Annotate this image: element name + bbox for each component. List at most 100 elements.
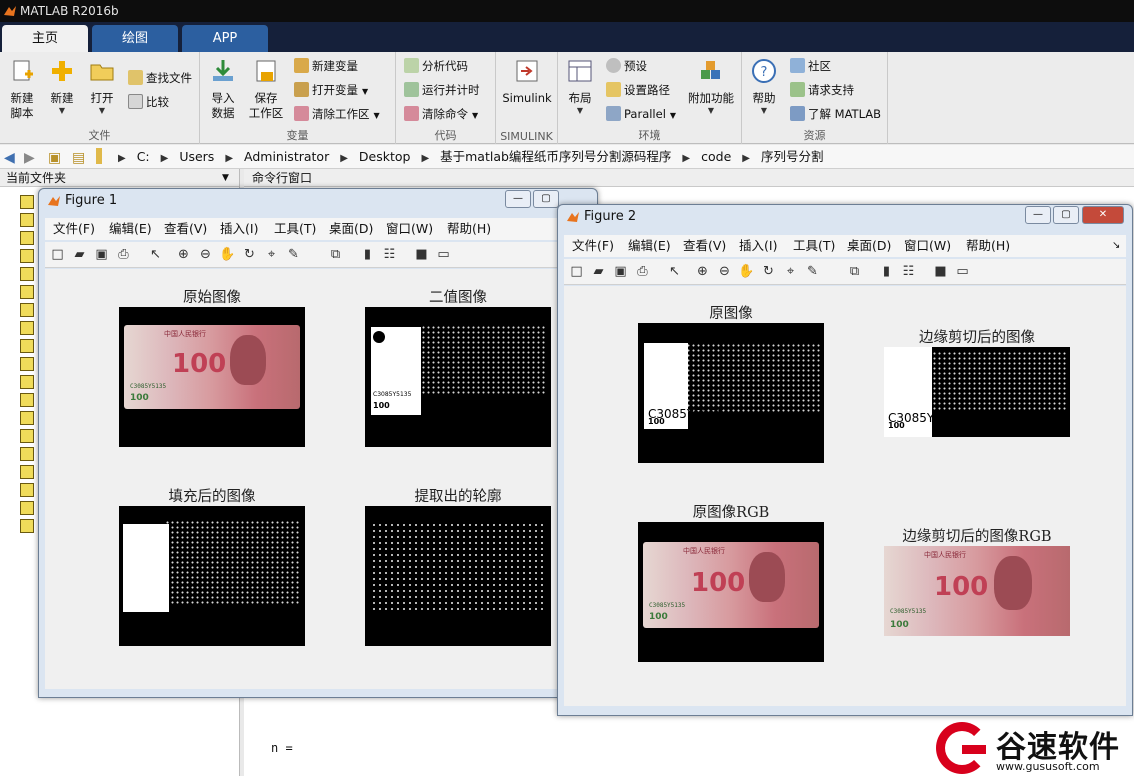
open-variable-button[interactable]: 打开变量 ▼ — [294, 80, 368, 100]
open-file-icon[interactable]: ▰ — [71, 246, 88, 263]
clear-workspace-button[interactable]: 清除工作区 ▼ — [294, 104, 380, 124]
close-button[interactable]: ✕ — [1082, 206, 1124, 224]
menu-file[interactable]: 文件(F) — [572, 235, 614, 257]
menu-insert[interactable]: 插入(I) — [220, 218, 258, 240]
community-button[interactable]: 社区 — [790, 56, 831, 76]
pan-icon[interactable]: ✋ — [738, 263, 755, 280]
set-path-button[interactable]: 设置路径 — [606, 80, 670, 100]
menu-view[interactable]: 查看(V) — [164, 218, 207, 240]
link-plot-icon[interactable]: ⧉ — [327, 246, 344, 263]
select-pointer-icon[interactable]: ↖ — [147, 246, 164, 263]
layout-button[interactable]: 布局 ▼ — [562, 58, 598, 116]
breadcrumb-item[interactable]: Administrator — [244, 149, 329, 164]
zoom-out-icon[interactable]: ⊖ — [197, 246, 214, 263]
import-data-button[interactable]: 导入 数据 — [204, 58, 242, 121]
compare-button[interactable]: 比较 — [128, 92, 169, 112]
zoom-in-icon[interactable]: ⊕ — [694, 263, 711, 280]
file-list-item[interactable] — [20, 429, 34, 443]
menu-tools[interactable]: 工具(T) — [793, 235, 835, 257]
preferences-button[interactable]: 预设 — [606, 56, 647, 76]
save-icon[interactable]: ▣ — [612, 263, 629, 280]
zoom-out-icon[interactable]: ⊖ — [716, 263, 733, 280]
file-list-item[interactable] — [20, 267, 34, 281]
request-support-button[interactable]: 请求支持 — [790, 80, 854, 100]
minimize-button[interactable]: — — [505, 190, 531, 208]
tab-plots[interactable]: 绘图 — [92, 25, 178, 52]
file-list-item[interactable] — [20, 483, 34, 497]
print-icon[interactable]: ⎙ — [634, 263, 651, 280]
file-list-item[interactable] — [20, 231, 34, 245]
breadcrumb-item[interactable]: code — [701, 149, 731, 164]
select-pointer-icon[interactable]: ↖ — [666, 263, 683, 280]
file-list-item[interactable] — [20, 249, 34, 263]
new-script-button[interactable]: 新建 脚本 — [4, 58, 40, 121]
save-icon[interactable]: ▣ — [93, 246, 110, 263]
file-list-item[interactable] — [20, 285, 34, 299]
hide-plot-tools-icon[interactable]: ■ — [932, 263, 949, 280]
menu-help[interactable]: 帮助(H) — [447, 218, 491, 240]
file-list-item[interactable] — [20, 465, 34, 479]
colorbar-icon[interactable]: ▮ — [878, 263, 895, 280]
zoom-in-icon[interactable]: ⊕ — [175, 246, 192, 263]
pan-icon[interactable]: ✋ — [219, 246, 236, 263]
clear-commands-button[interactable]: 清除命令 ▼ — [404, 104, 478, 124]
menu-desktop[interactable]: 桌面(D) — [847, 235, 891, 257]
new-figure-icon[interactable]: □ — [49, 246, 66, 263]
tab-apps[interactable]: APP — [182, 25, 268, 52]
brush-icon[interactable]: ✎ — [285, 246, 302, 263]
file-list-item[interactable] — [20, 213, 34, 227]
menu-file[interactable]: 文件(F) — [53, 218, 95, 240]
add-ons-button[interactable]: 附加功能 ▼ — [686, 58, 736, 116]
menu-desktop[interactable]: 桌面(D) — [329, 218, 373, 240]
dock-arrow-icon[interactable]: ↘ — [1112, 235, 1120, 257]
run-and-time-button[interactable]: 运行并计时 — [404, 80, 480, 100]
data-cursor-icon[interactable]: ⌖ — [263, 246, 280, 263]
legend-icon[interactable]: ☷ — [900, 263, 917, 280]
file-list-item[interactable] — [20, 375, 34, 389]
breadcrumb-item[interactable]: C: — [137, 149, 150, 164]
menu-view[interactable]: 查看(V) — [683, 235, 726, 257]
simulink-button[interactable]: Simulink — [500, 58, 554, 106]
figure2-window[interactable]: Figure 2 — ▢ ✕ 文件(F) 编辑(E) 查看(V) 插入(I) 工… — [557, 204, 1133, 716]
legend-icon[interactable]: ☷ — [381, 246, 398, 263]
new-button[interactable]: 新建 ▼ — [44, 58, 80, 116]
menu-window[interactable]: 窗口(W) — [386, 218, 433, 240]
file-list-item[interactable] — [20, 339, 34, 353]
breadcrumb-item[interactable]: Desktop — [359, 149, 411, 164]
rotate-3d-icon[interactable]: ↻ — [760, 263, 777, 280]
tab-home[interactable]: 主页 — [2, 25, 88, 52]
chevron-down-icon[interactable]: ▼ — [222, 169, 229, 187]
menu-window[interactable]: 窗口(W) — [904, 235, 951, 257]
save-workspace-button[interactable]: 保存 工作区 — [244, 58, 288, 121]
file-list-item[interactable] — [20, 411, 34, 425]
menu-edit[interactable]: 编辑(E) — [628, 235, 671, 257]
browse-folder-icon[interactable]: ▤ — [72, 147, 85, 170]
open-file-icon[interactable]: ▰ — [590, 263, 607, 280]
figure1-window[interactable]: Figure 1 — ▢ 文件(F) 编辑(E) 查看(V) 插入(I) 工具(… — [38, 188, 598, 698]
link-plot-icon[interactable]: ⧉ — [846, 263, 863, 280]
minimize-button[interactable]: — — [1025, 206, 1051, 224]
show-plot-tools-icon[interactable]: ▭ — [435, 246, 452, 263]
hide-plot-tools-icon[interactable]: ■ — [413, 246, 430, 263]
maximize-button[interactable]: ▢ — [533, 190, 559, 208]
analyze-code-button[interactable]: 分析代码 — [404, 56, 468, 76]
show-plot-tools-icon[interactable]: ▭ — [954, 263, 971, 280]
open-button[interactable]: 打开 ▼ — [84, 58, 120, 116]
breadcrumb-item[interactable]: 基于matlab编程纸币序列号分割源码程序 — [440, 149, 671, 164]
menu-tools[interactable]: 工具(T) — [274, 218, 316, 240]
breadcrumb-item[interactable]: Users — [179, 149, 214, 164]
file-list-item[interactable] — [20, 393, 34, 407]
rotate-3d-icon[interactable]: ↻ — [241, 246, 258, 263]
command-output[interactable]: n = — [271, 741, 293, 755]
parallel-button[interactable]: Parallel ▼ — [606, 104, 676, 124]
new-figure-icon[interactable]: □ — [568, 263, 585, 280]
file-list-item[interactable] — [20, 195, 34, 209]
forward-icon[interactable]: ▶ — [24, 147, 35, 170]
file-list-item[interactable] — [20, 357, 34, 371]
find-files-button[interactable]: 查找文件 — [128, 68, 192, 88]
file-list-item[interactable] — [20, 303, 34, 317]
file-list-item[interactable] — [20, 519, 34, 533]
menu-edit[interactable]: 编辑(E) — [109, 218, 152, 240]
data-cursor-icon[interactable]: ⌖ — [782, 263, 799, 280]
file-list-item[interactable] — [20, 501, 34, 515]
